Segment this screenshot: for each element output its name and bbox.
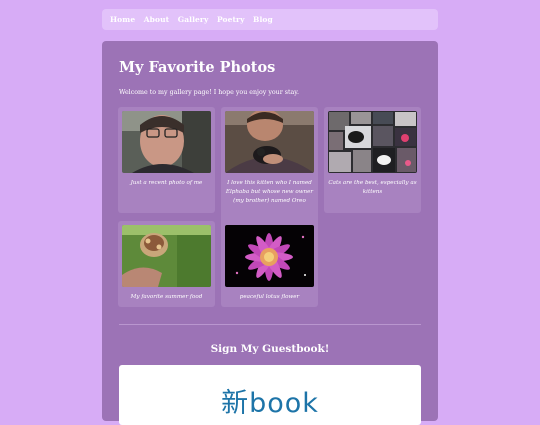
photo-caption: Cats are the best, especially as kittens [328,180,417,195]
guestbook-title: Sign My Guestbook! [210,343,330,355]
kitten-photo[interactable] [225,111,314,173]
nav-poetry-link[interactable]: Poetry [217,15,245,24]
selfie-photo[interactable] [122,111,211,173]
photo-card-selfie[interactable]: Just a recent photo of me [118,107,215,213]
cats-collage-photo[interactable] [328,111,417,173]
lotus-flower-photo[interactable] [225,225,314,287]
photo-card-food[interactable]: My favorite summer food [118,221,215,307]
guestbook-logo[interactable]: 新book [119,381,421,420]
gallery-panel: My Favorite Photos Welcome to my gallery… [102,41,438,425]
nav-blog-link[interactable]: Blog [253,15,273,24]
nav-gallery-link[interactable]: Gallery [178,15,209,24]
photo-caption: peaceful lotus flower [239,294,300,300]
nav-about-link[interactable]: About [144,15,169,24]
photo-card-cats[interactable]: Cats are the best, especially as kittens [324,107,421,213]
photo-caption: My favorite summer food [130,294,203,300]
photo-card-lotus[interactable]: peaceful lotus flower [221,221,318,307]
photo-caption: I love this kitten who I named Elphaba b… [225,180,314,204]
nav-home-link[interactable]: Home [110,15,135,24]
top-nav: Home About Gallery Poetry Blog [102,9,438,30]
photo-caption: Just a recent photo of me [130,180,203,186]
section-divider [119,324,421,325]
page-title: My Favorite Photos [119,59,276,76]
intro-text: Welcome to my gallery page! I hope you e… [119,89,299,96]
summer-food-photo[interactable] [122,225,211,287]
guestbook-widget[interactable]: 新book [119,365,421,425]
